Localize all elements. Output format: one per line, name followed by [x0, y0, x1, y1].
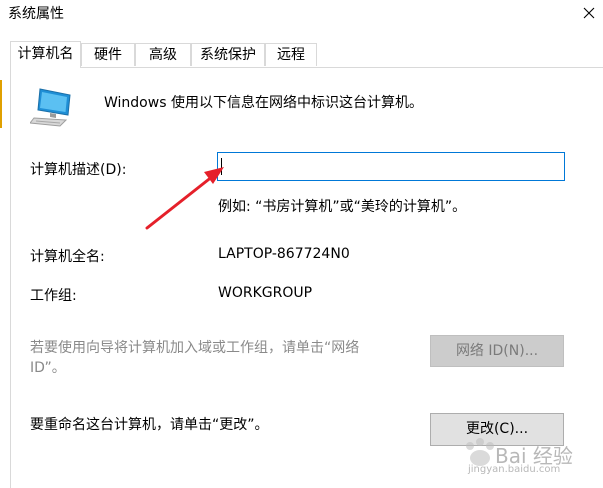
- window-title: 系统属性: [8, 6, 64, 22]
- description-label: 计算机描述(D):: [30, 162, 127, 178]
- watermark-url: jingyan.baidu.com: [468, 464, 561, 475]
- tab-remote[interactable]: 远程: [265, 43, 317, 66]
- rename-text: 要重命名这台计算机，请单击“更改”。: [30, 417, 269, 433]
- tab-system-protection[interactable]: 系统保护: [191, 43, 265, 66]
- tab-advanced[interactable]: 高级: [135, 43, 191, 66]
- description-example: 例如: “书房计算机”或“美玲的计算机”。: [218, 199, 467, 215]
- network-id-text-line1: 若要使用向导将计算机加入域或工作组，请单击“网络: [30, 340, 360, 356]
- network-id-button[interactable]: 网络 ID(N)...: [430, 335, 564, 367]
- computer-icon: [30, 88, 71, 127]
- intro-text: Windows 使用以下信息在网络中标识这台计算机。: [104, 95, 423, 111]
- close-icon: [583, 7, 595, 19]
- full-name-value: LAPTOP-867724N0: [218, 246, 350, 262]
- tab-computer-name[interactable]: 计算机名: [10, 41, 81, 68]
- workgroup-label: 工作组:: [30, 288, 77, 304]
- tab-strip: 计算机名 硬件 高级 系统保护 远程: [10, 41, 593, 68]
- left-edge-accent: [0, 80, 2, 128]
- system-properties-window: 系统属性 计算机名 硬件 高级 系统保护 远程 Windows 使用以下信息在网…: [0, 0, 603, 488]
- close-button[interactable]: [576, 0, 602, 26]
- full-name-label: 计算机全名:: [30, 249, 105, 265]
- network-id-text-line2: ID”。: [30, 360, 66, 376]
- tab-hardware[interactable]: 硬件: [81, 43, 135, 66]
- description-input[interactable]: [217, 152, 565, 181]
- text-caret: [221, 158, 222, 175]
- workgroup-value: WORKGROUP: [218, 285, 313, 301]
